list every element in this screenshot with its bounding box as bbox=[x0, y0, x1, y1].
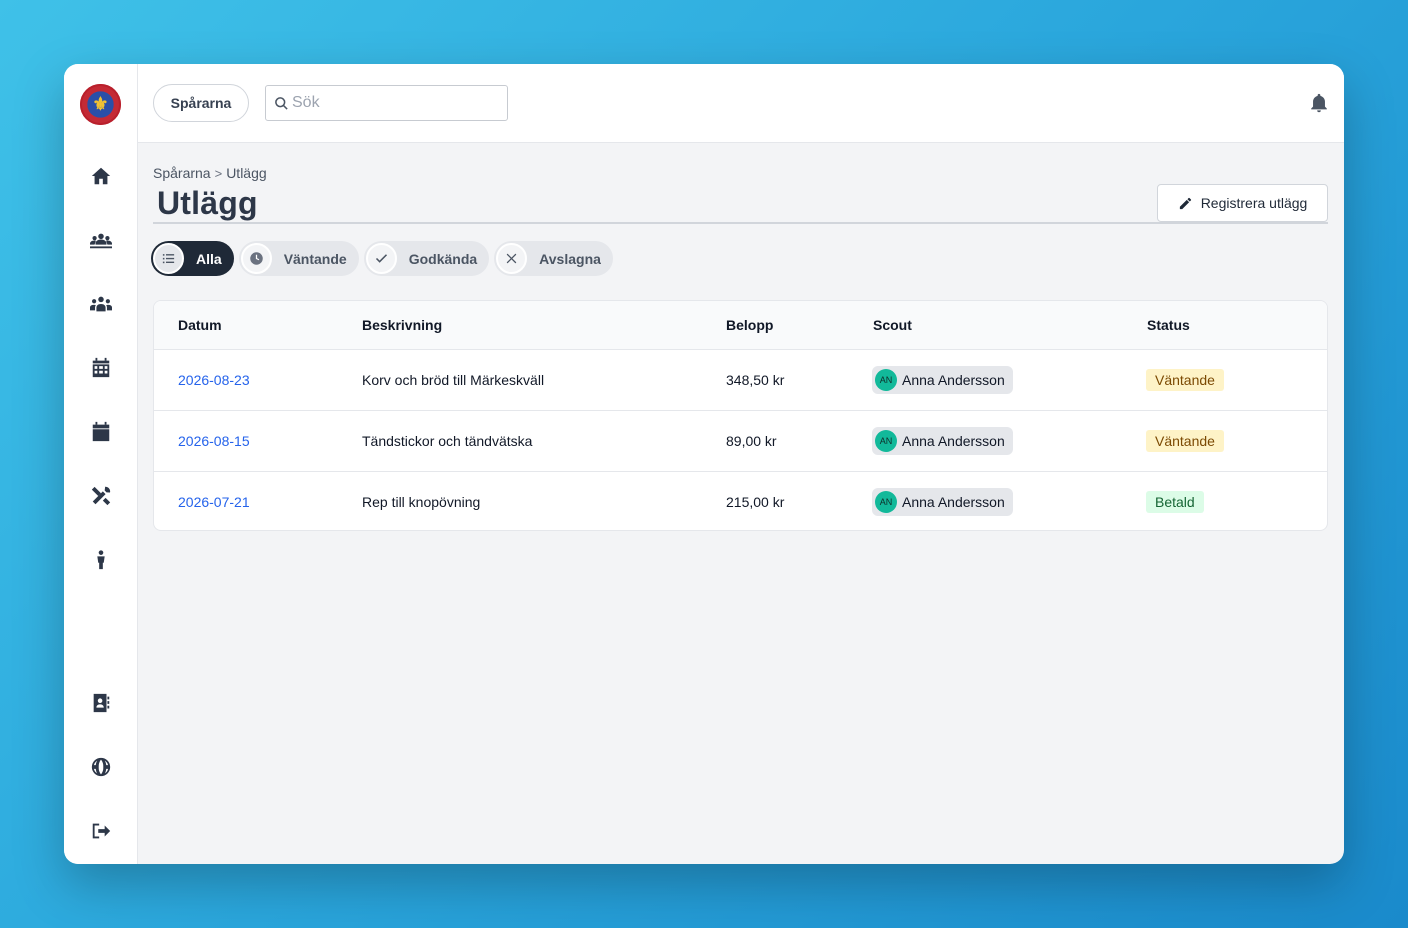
status-badge: Väntande bbox=[1146, 369, 1224, 391]
filter-all[interactable]: Alla bbox=[151, 241, 234, 276]
row-description: Tändstickor och tändvätska bbox=[362, 433, 533, 449]
contacts-icon[interactable] bbox=[88, 690, 114, 716]
person-icon[interactable] bbox=[88, 547, 114, 573]
fleur-de-lis-icon: ⚜ bbox=[92, 94, 109, 114]
list-icon bbox=[153, 243, 184, 274]
table-header: Datum Beskrivning Belopp Scout Status bbox=[154, 301, 1327, 350]
status-badge: Väntande bbox=[1146, 430, 1224, 452]
sidebar: ⚜ bbox=[64, 64, 138, 864]
search-input[interactable] bbox=[292, 86, 502, 120]
header-description[interactable]: Beskrivning bbox=[362, 317, 442, 333]
row-amount: 89,00 kr bbox=[726, 433, 777, 449]
breadcrumb-root[interactable]: Spårarna bbox=[153, 165, 211, 181]
row-description: Rep till knopövning bbox=[362, 494, 481, 510]
scout-chip[interactable]: AN Anna Andersson bbox=[872, 488, 1013, 516]
tools-icon[interactable] bbox=[88, 483, 114, 509]
org-logo[interactable]: ⚜ bbox=[80, 84, 121, 125]
scout-name: Anna Andersson bbox=[902, 433, 1005, 449]
calendar-grid-icon[interactable] bbox=[88, 355, 114, 381]
scout-avatar: AN bbox=[875, 369, 897, 391]
filter-rejected-label: Avslagna bbox=[539, 250, 601, 267]
table-row[interactable]: 2026-08-23 Korv och bröd till Märkeskväl… bbox=[154, 350, 1327, 411]
expenses-table: Datum Beskrivning Belopp Scout Status 20… bbox=[153, 300, 1328, 531]
breadcrumb: Spårarna > Utlägg bbox=[153, 165, 267, 181]
globe-icon[interactable] bbox=[88, 754, 114, 780]
filter-approved[interactable]: Godkända bbox=[363, 241, 490, 276]
search-box[interactable] bbox=[265, 85, 508, 121]
table-row[interactable]: 2026-08-15 Tändstickor och tändvätska 89… bbox=[154, 411, 1327, 472]
bell-icon[interactable] bbox=[1308, 91, 1330, 115]
scout-name: Anna Andersson bbox=[902, 372, 1005, 388]
home-icon[interactable] bbox=[88, 163, 114, 189]
row-date-link[interactable]: 2026-08-15 bbox=[178, 433, 250, 449]
scout-avatar: AN bbox=[875, 491, 897, 513]
page-title: Utlägg bbox=[157, 185, 258, 221]
header-scout[interactable]: Scout bbox=[873, 317, 912, 333]
search-icon bbox=[275, 97, 288, 110]
clock-icon bbox=[240, 243, 272, 274]
app-window: ⚜ Spårarna Sök Spårarna > Utlägg Utlägg … bbox=[64, 64, 1344, 864]
row-date-link[interactable]: 2026-08-23 bbox=[178, 372, 250, 388]
row-date-link[interactable]: 2026-07-21 bbox=[178, 494, 250, 510]
title-divider bbox=[153, 222, 1328, 224]
group-icon[interactable] bbox=[88, 291, 114, 317]
topbar: Spårarna AN bbox=[138, 64, 1344, 143]
pencil-icon bbox=[1179, 197, 1191, 209]
breadcrumb-current: Utlägg bbox=[226, 165, 267, 181]
check-icon bbox=[365, 243, 397, 274]
filter-approved-label: Godkända bbox=[408, 250, 478, 267]
scout-name: Anna Andersson bbox=[902, 494, 1005, 510]
chevron-right-icon: > bbox=[214, 165, 223, 181]
filter-rejected[interactable]: Avslagna bbox=[494, 241, 613, 276]
status-filters: Alla Väntande Godkända Avslagna bbox=[151, 241, 613, 276]
filter-all-label: Alla bbox=[196, 250, 222, 267]
scout-avatar: AN bbox=[875, 430, 897, 452]
header-status[interactable]: Status bbox=[1147, 317, 1190, 333]
header-date[interactable]: Datum bbox=[178, 317, 222, 333]
logout-icon[interactable] bbox=[88, 818, 114, 844]
status-badge: Betald bbox=[1146, 491, 1204, 513]
register-expense-button[interactable]: Registrera utlägg bbox=[1157, 184, 1328, 222]
scout-chip[interactable]: AN Anna Andersson bbox=[872, 427, 1013, 455]
x-icon bbox=[496, 243, 528, 274]
header-amount[interactable]: Belopp bbox=[726, 317, 773, 333]
row-amount: 215,00 kr bbox=[726, 494, 785, 510]
register-expense-label: Registrera utlägg bbox=[1200, 195, 1308, 211]
calendar-icon[interactable] bbox=[88, 419, 114, 445]
troop-icon[interactable] bbox=[88, 227, 114, 253]
scout-chip[interactable]: AN Anna Andersson bbox=[872, 366, 1013, 394]
org-button[interactable]: Spårarna bbox=[153, 84, 249, 122]
row-description: Korv och bröd till Märkeskväll bbox=[362, 372, 545, 388]
table-row[interactable]: 2026-07-21 Rep till knopövning 215,00 kr… bbox=[154, 472, 1327, 530]
row-amount: 348,50 kr bbox=[726, 372, 785, 388]
filter-pending[interactable]: Väntande bbox=[238, 241, 359, 276]
filter-pending-label: Väntande bbox=[283, 250, 347, 267]
